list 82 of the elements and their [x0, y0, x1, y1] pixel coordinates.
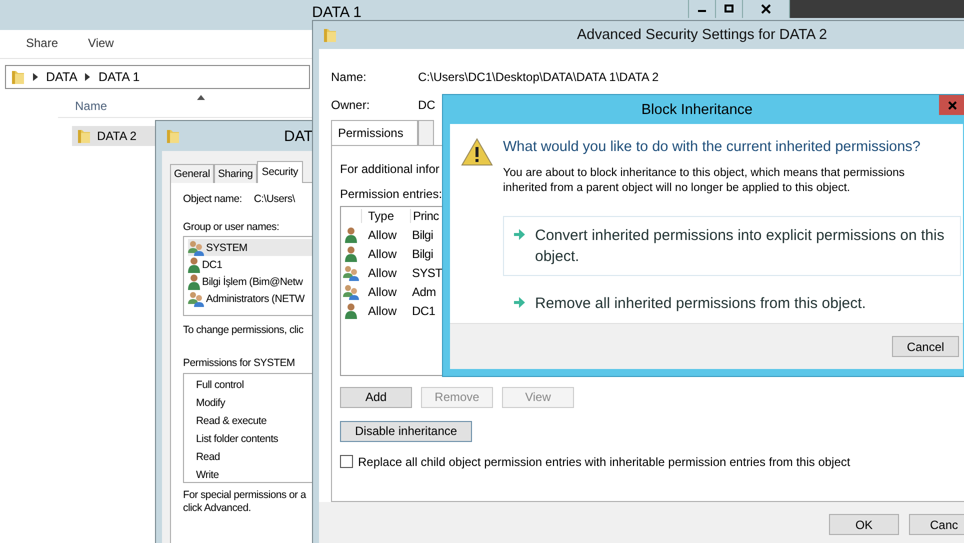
user-group-icon	[343, 265, 359, 282]
tab[interactable]: General	[170, 164, 214, 183]
table-cell-text: Adm	[411, 285, 436, 300]
tab[interactable]: Security	[256, 161, 304, 183]
hint-text: For special permissions or a	[183, 489, 308, 502]
cancel-button[interactable]: Cancel	[892, 336, 959, 357]
list-item[interactable]: SYSTEM	[188, 239, 312, 256]
folder-icon	[166, 128, 180, 144]
dialog-message: You are about to block inheritance to this object, which means that permissions inherited from a parent object will no longer be applied to this object.	[503, 166, 906, 196]
folder-icon	[323, 27, 337, 43]
user-group-icon	[188, 290, 204, 306]
breadcrumb-item[interactable]: DATA 1	[98, 70, 140, 84]
dialog-title: Block Inheritance	[641, 102, 753, 118]
user-group-icon	[188, 240, 204, 256]
field-label: Permission entries:	[340, 186, 442, 201]
table-cell-text: SYST	[411, 266, 442, 280]
column-header[interactable]: Name	[58, 99, 108, 113]
checkbox-label: Replace all child object permission entries with inheritable permission entries from this object	[358, 454, 850, 469]
table-cell-text: Allow	[367, 285, 398, 300]
table-cell-text: Bilgi	[411, 228, 434, 242]
permission-name: Modify	[196, 397, 226, 411]
permission-name: List folder contents	[196, 433, 280, 447]
folder-icon	[11, 69, 25, 85]
option-link[interactable]: Convert inherited permissions into explicit permissions on this object.	[503, 216, 961, 276]
column-header[interactable]: Type	[361, 209, 410, 224]
disable-inheritance-button[interactable]: Disable inheritance	[340, 420, 472, 442]
user-icon	[188, 256, 200, 272]
field-label: Permissions for SYSTEM	[183, 357, 296, 369]
checkbox[interactable]	[340, 455, 353, 468]
table-cell-text: Allow	[367, 247, 398, 262]
field-label: Object name:	[183, 193, 242, 205]
user-group-icon	[343, 284, 359, 300]
file-item[interactable]: DATA 2	[72, 126, 157, 146]
arrow-right-icon	[514, 229, 525, 240]
object-name-value: C:\Users\	[254, 193, 295, 205]
field-label: Group or user names:	[183, 221, 280, 233]
list-item[interactable]: Bilgi İşlem (Bim@Netw	[188, 273, 312, 290]
dialog-heading: What would you like to do with the current inherited permissions?	[503, 139, 922, 155]
permission-name: Write	[196, 469, 220, 483]
user-icon	[345, 227, 357, 244]
warning-icon	[461, 138, 493, 166]
table-cell-text: Allow	[367, 266, 398, 280]
info-text: For additional infor	[340, 162, 440, 176]
ribbon-tab[interactable]: View	[88, 36, 114, 58]
dialog-button[interactable]: OK	[829, 514, 899, 536]
hint-text: To change permissions, clic	[183, 324, 304, 336]
chevron-right-icon	[85, 73, 90, 81]
window-title: DATA 1	[312, 4, 362, 21]
permission-name: Read & execute	[196, 415, 268, 429]
option-link[interactable]: Remove all inherited permissions from this object.	[503, 284, 961, 323]
permission-name: Read	[196, 451, 221, 465]
table-cell-text: DC1	[411, 304, 436, 318]
owner-value: DC	[418, 98, 436, 112]
dialog-button[interactable]: Canc	[909, 514, 964, 536]
column-header[interactable]: Princ	[410, 209, 439, 224]
tab[interactable]: Sharing	[214, 164, 257, 183]
user-icon	[345, 303, 357, 320]
user-icon	[345, 246, 357, 262]
action-button[interactable]: Add	[340, 386, 412, 408]
address-bar[interactable]: DATA DATA 1	[5, 65, 310, 89]
field-label: Owner:	[331, 98, 371, 112]
user-icon	[188, 274, 200, 290]
window-title: DAT	[284, 128, 313, 144]
folder-icon	[77, 128, 91, 144]
sort-arrow-icon	[197, 95, 205, 100]
list-item[interactable]: DC1	[188, 256, 312, 273]
list-item[interactable]: Administrators (NETW	[188, 290, 312, 307]
field-label: Name:	[331, 70, 368, 84]
permission-name: Full control	[196, 379, 245, 393]
table-cell-text: Allow	[367, 304, 398, 318]
chevron-right-icon	[33, 73, 38, 81]
table-cell-text: Allow	[367, 228, 398, 242]
path-value: C:\Users\DC1\Desktop\DATA\DATA 1\DATA 2	[418, 70, 659, 84]
close-button[interactable]	[939, 95, 964, 115]
tab[interactable]: Permissions	[331, 120, 418, 145]
window-title: Advanced Security Settings for DATA 2	[577, 27, 828, 43]
hint-text: click Advanced.	[183, 502, 252, 515]
close-icon	[948, 100, 956, 110]
breadcrumb-item[interactable]: DATA	[46, 70, 78, 84]
ribbon-tab[interactable]: Share	[26, 36, 58, 58]
table-cell-text: Bilgi	[411, 247, 434, 262]
arrow-right-icon	[514, 297, 525, 308]
